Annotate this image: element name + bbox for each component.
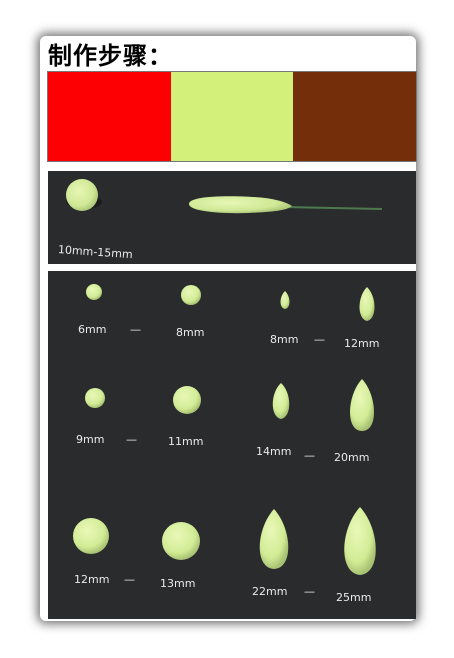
color-swatches [47, 71, 417, 162]
dash: — [304, 449, 315, 462]
ball-size-label: 8mm [176, 326, 205, 339]
cone-size-label: 20mm [334, 451, 370, 464]
clay-teardrop [280, 291, 290, 309]
clay-elongated-shape [189, 196, 292, 214]
ball-size-label: 9mm [76, 433, 105, 446]
cone-size-label: 25mm [336, 591, 372, 604]
ball-size-label: 11mm [168, 435, 204, 448]
floral-wire [283, 206, 383, 210]
swatch-brown [293, 72, 417, 161]
dash: — [314, 333, 325, 346]
step1-photo: 10mm-15mm [48, 171, 416, 264]
cone-size-label: 22mm [252, 585, 288, 598]
clay-ball [66, 179, 98, 211]
dash: — [130, 323, 141, 336]
dash: — [126, 433, 137, 446]
cone-size-label: 8mm [270, 333, 299, 346]
swatch-red [48, 72, 171, 161]
ball-size-label: 13mm [160, 577, 196, 590]
ball-size-label: 6mm [78, 323, 107, 336]
clay-teardrop [359, 287, 375, 321]
clay-ball [173, 386, 201, 414]
dash: — [304, 585, 315, 598]
cone-size-label: 14mm [256, 445, 292, 458]
clay-ball [162, 522, 200, 560]
clay-teardrop [344, 507, 376, 575]
clay-ball [86, 284, 102, 300]
ball-size-label: 12mm [74, 573, 110, 586]
cone-size-label: 12mm [344, 337, 380, 350]
dash: — [124, 573, 135, 586]
clay-teardrop [259, 509, 289, 569]
clay-ball [73, 518, 109, 554]
clay-ball [181, 285, 201, 305]
page-title: 制作步骤： [48, 41, 173, 70]
clay-teardrop [349, 379, 375, 431]
clay-ball [85, 388, 105, 408]
step2-photo: 6mm — 8mm 8mm — 12mm 9mm — 11mm 14mm — 2… [48, 271, 416, 619]
swatch-light-green [170, 72, 294, 161]
clay-teardrop [272, 383, 290, 419]
